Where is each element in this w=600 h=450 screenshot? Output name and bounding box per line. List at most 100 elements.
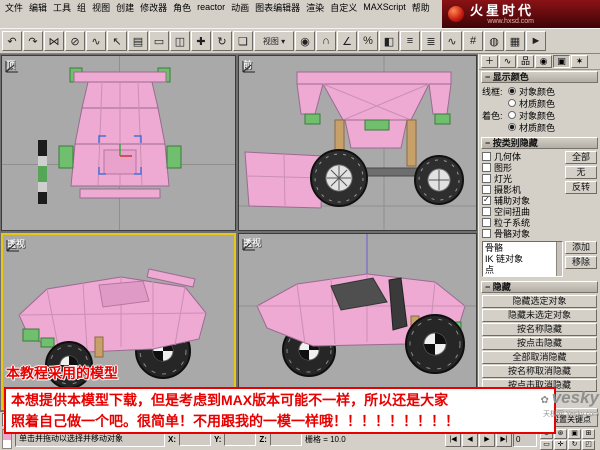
viewport-front[interactable]: 前: [238, 55, 477, 231]
world-axis-tripod: [6, 240, 19, 252]
list-item[interactable]: IK 链对象: [485, 254, 560, 265]
percent-snap-icon[interactable]: %: [358, 31, 378, 51]
hide-button-4[interactable]: 全部取消隐藏: [482, 351, 597, 364]
cpanel-tab-motion[interactable]: ◉: [535, 55, 552, 68]
crossing-select-icon[interactable]: ◫: [170, 31, 190, 51]
menu-item-修改器[interactable]: 修改器: [137, 1, 170, 14]
zoom-extents-all-icon[interactable]: ⊞: [582, 428, 595, 439]
cpanel-tab-utilities[interactable]: ✶: [571, 55, 588, 68]
hide-button-1[interactable]: 隐藏未选定对象: [482, 309, 597, 322]
y-coordinate-field[interactable]: [224, 432, 257, 446]
checkbox-几何体[interactable]: [482, 152, 491, 161]
angle-snap-icon[interactable]: ∠: [337, 31, 357, 51]
menu-item-渲染[interactable]: 渲染: [303, 1, 327, 14]
redo-icon[interactable]: ↷: [23, 31, 43, 51]
maximize-viewport-icon[interactable]: ◰: [582, 439, 595, 450]
ref-coord-dropdown[interactable]: 视图 ▾: [254, 31, 294, 51]
radio-object-color[interactable]: [508, 87, 516, 95]
rollout-title: 显示颜色: [492, 72, 529, 82]
curve-editor-icon[interactable]: ∿: [442, 31, 462, 51]
select-by-name-icon[interactable]: ▤: [128, 31, 148, 51]
none-button[interactable]: 无: [565, 166, 597, 179]
invert-button[interactable]: 反转: [565, 181, 597, 194]
hide-button-3[interactable]: 按点击隐藏: [482, 337, 597, 350]
radio-material-color[interactable]: [508, 99, 516, 107]
checkbox-label: 骨骼对象: [494, 229, 531, 239]
all-button[interactable]: 全部: [565, 151, 597, 164]
cpanel-tab-display[interactable]: ▣: [553, 55, 570, 68]
rollout-title: 按类别隐藏: [492, 138, 538, 148]
menu-item-组[interactable]: 组: [74, 1, 89, 14]
cpanel-tab-create[interactable]: ＋: [481, 55, 498, 68]
align-icon[interactable]: ≡: [400, 31, 420, 51]
schematic-view-icon[interactable]: #: [463, 31, 483, 51]
remove-button[interactable]: 移除: [565, 256, 597, 269]
checkbox-图形[interactable]: [482, 163, 491, 172]
rollout-header[interactable]: 显示颜色: [481, 71, 598, 83]
quick-render-icon[interactable]: ►: [526, 31, 546, 51]
checkbox-空间扭曲[interactable]: [482, 207, 491, 216]
snap-toggle-icon[interactable]: ∩: [316, 31, 336, 51]
list-item[interactable]: 点: [485, 265, 560, 276]
cpanel-tab-modify[interactable]: ∿: [499, 55, 516, 68]
menu-item-工具[interactable]: 工具: [50, 1, 74, 14]
checkbox-灯光[interactable]: [482, 174, 491, 183]
select-object-icon[interactable]: ↖: [107, 31, 127, 51]
select-scale-icon[interactable]: ❏: [233, 31, 253, 51]
viewport-perspective-right[interactable]: 透视: [238, 233, 477, 410]
watermark-brand: vesky: [541, 389, 599, 409]
material-editor-icon[interactable]: ◍: [484, 31, 504, 51]
rollout-header[interactable]: 按类别隐藏: [481, 137, 598, 149]
region-zoom-icon[interactable]: ▭: [540, 439, 553, 450]
watermark-site: 天极网 Yesky.com: [542, 411, 599, 418]
viewport-top[interactable]: 顶: [1, 55, 236, 231]
select-rotate-icon[interactable]: ↻: [212, 31, 232, 51]
use-pivot-icon[interactable]: ◉: [295, 31, 315, 51]
mirror-icon[interactable]: ◧: [379, 31, 399, 51]
menu-item-角色[interactable]: 角色: [170, 1, 194, 14]
menu-item-文件[interactable]: 文件: [2, 1, 26, 14]
undo-icon[interactable]: ↶: [2, 31, 22, 51]
z-coordinate-field[interactable]: [269, 432, 302, 446]
menu-item-MAXScript[interactable]: MAXScript: [360, 2, 409, 12]
layer-manager-icon[interactable]: ≣: [421, 31, 441, 51]
menu-item-图表编辑器[interactable]: 图表编辑器: [252, 1, 303, 14]
cpanel-tab-hierarchy[interactable]: 品: [517, 55, 534, 68]
pan-icon[interactable]: ✛: [554, 439, 567, 450]
viewport-perspective-active[interactable]: 透视: [1, 233, 236, 410]
max-application-window: 文件 编辑 工具组视图 创建 修改器 角色 reactor 动画 图表编辑器 渲染 自定义 MAXSc…: [0, 0, 600, 450]
menu-item-帮助[interactable]: 帮助: [409, 1, 433, 14]
radio-material-color[interactable]: [508, 123, 516, 131]
menu-item-reactor[interactable]: reactor: [194, 2, 228, 12]
menu-item-自定义[interactable]: 自定义: [327, 1, 360, 14]
add-button[interactable]: 添加: [565, 241, 597, 254]
menu-item-动画[interactable]: 动画: [228, 1, 252, 14]
checkbox-粒子系统[interactable]: [482, 218, 491, 227]
unlink-icon[interactable]: ⊘: [65, 31, 85, 51]
render-scene-icon[interactable]: ▦: [505, 31, 525, 51]
select-link-icon[interactable]: ⋈: [44, 31, 64, 51]
list-item[interactable]: 骨骼: [485, 243, 560, 254]
toolbar: ↶ ↷ ⋈ ⊘ ∿ ↖ ▤ ▭ ◫ ✚ ↻ ❏ 视图 ▾ ◉ ∩ ∠% ◧ ≡ ≣ ∿ # ◍ ▦ ►: [0, 28, 600, 54]
menu-item-编辑[interactable]: 编辑: [26, 1, 50, 14]
menu-item-视图[interactable]: 视图: [89, 1, 113, 14]
zoom-extents-icon[interactable]: ▣: [568, 428, 581, 439]
hide-button-5[interactable]: 按名称取消隐藏: [482, 365, 597, 378]
select-move-icon[interactable]: ✚: [191, 31, 211, 51]
hide-button-0[interactable]: 隐藏选定对象: [482, 295, 597, 308]
hide-button-2[interactable]: 按名称隐藏: [482, 323, 597, 336]
arc-rotate-icon[interactable]: ↻: [568, 439, 581, 450]
bind-spacewarp-icon[interactable]: ∿: [86, 31, 106, 51]
category-custom-list[interactable]: 骨骼 IK 链对象点: [482, 241, 563, 277]
checkbox-摄影机[interactable]: [482, 185, 491, 194]
checkbox-辅助对象[interactable]: [482, 196, 491, 205]
menu-item-创建[interactable]: 创建: [113, 1, 137, 14]
rollout-header[interactable]: 隐藏: [481, 281, 598, 293]
world-axis-tripod: [242, 239, 255, 251]
rollout-title: 隐藏: [492, 282, 511, 292]
logo-url: www.hxsd.com: [487, 17, 535, 25]
x-coordinate-field[interactable]: [179, 432, 211, 446]
rect-select-icon[interactable]: ▭: [149, 31, 169, 51]
checkbox-骨骼对象[interactable]: [482, 229, 491, 238]
radio-object-color[interactable]: [508, 111, 516, 119]
